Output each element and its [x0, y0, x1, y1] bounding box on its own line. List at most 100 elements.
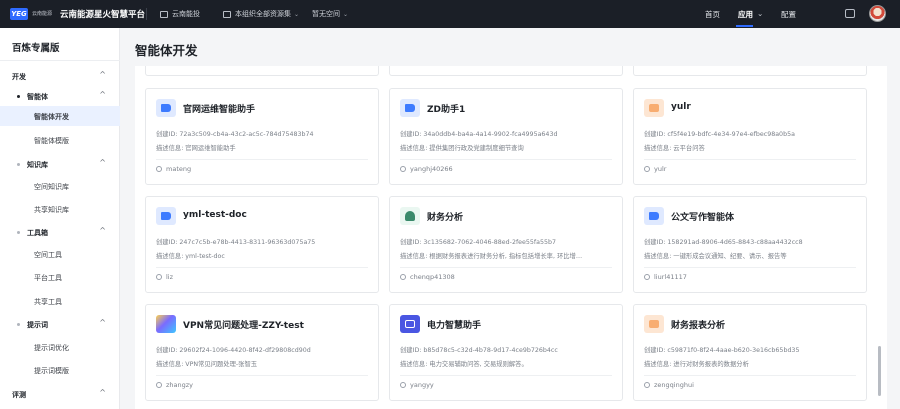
- scrollbar[interactable]: [878, 346, 881, 396]
- grid-icon: [223, 10, 231, 18]
- user-icon: [156, 166, 162, 172]
- agent-id: 创建ID: c59871f0-8f24-4aae-b620-3e16cb65bd…: [644, 347, 800, 354]
- agent-description: 描述信息: 提供集团行政及党建制度细节查询: [400, 145, 524, 152]
- user-icon: [644, 274, 650, 280]
- sidebar-item-platform-tools[interactable]: 平台工具: [0, 267, 120, 287]
- sidebar-item-label: 空间工具: [34, 251, 62, 259]
- agent-description: 描述信息: VPN常见问题处理-张智玉: [156, 361, 258, 368]
- logo-org: 云南能源: [32, 11, 53, 17]
- agent-card[interactable]: yml-test-doc 创建ID: 247c7c5b-e78b-4413-83…: [145, 196, 379, 293]
- agent-id: 创建ID: 247c7c5b-e78b-4413-8311-96363d075a…: [156, 239, 316, 246]
- agent-owner: yulr: [644, 165, 666, 173]
- agent-card[interactable]: 公文写作智能体 创建ID: 158291ad-8906-4d65-8843-c8…: [633, 196, 867, 293]
- agent-card[interactable]: [633, 66, 867, 76]
- agent-owner: chenqp41308: [400, 273, 455, 281]
- agent-name: VPN常见问题处理-ZZY-test: [183, 321, 304, 331]
- agent-card[interactable]: 财务报表分析 创建ID: c59871f0-8f24-4aae-b620-3e1…: [633, 304, 867, 401]
- bot-icon: [400, 315, 420, 333]
- sidebar-item-agent-template[interactable]: 智能体模版: [0, 130, 120, 150]
- divider: [156, 375, 368, 376]
- agent-id: 创建ID: b85d78c5-c32d-4b78-9d17-4ce9b726b4…: [400, 347, 558, 354]
- agent-card[interactable]: 官网运维智能助手 创建ID: 72a3c509-cb4a-43c2-ac5c-7…: [145, 88, 379, 185]
- active-tab-indicator: [736, 25, 753, 27]
- agent-id: 创建ID: 3c135682-7062-4046-88ed-2fee55fa55…: [400, 239, 557, 246]
- sidebar-section-develop[interactable]: 开发 ^: [0, 66, 120, 86]
- agent-owner: yangyy: [400, 381, 434, 389]
- agent-name: yulr: [671, 102, 691, 112]
- sidebar-section-evaluate[interactable]: 评测 ^: [0, 384, 120, 404]
- bullet-icon: [17, 323, 20, 326]
- sidebar-item-shared-tools[interactable]: 共享工具: [0, 291, 120, 311]
- bullet-icon: [17, 231, 20, 234]
- agent-card[interactable]: [145, 66, 379, 76]
- sidebar-item-label: 提示词: [27, 321, 48, 329]
- divider: [400, 159, 612, 160]
- tab-home[interactable]: 首页: [705, 9, 720, 20]
- sidebar-item-label: 智能体: [27, 93, 48, 101]
- agent-owner: mateng: [156, 165, 191, 173]
- company-label: 云南能投: [172, 10, 200, 18]
- divider: [400, 267, 612, 268]
- sidebar-group-knowledge[interactable]: 知识库 ^: [0, 154, 120, 174]
- sidebar-group-prompts[interactable]: 提示词 ^: [0, 314, 120, 334]
- owner-name: zengqinghui: [654, 381, 694, 389]
- page-title: 智能体开发: [135, 43, 198, 58]
- sidebar-group-agent[interactable]: 智能体 ^: [0, 86, 120, 106]
- divider: [146, 8, 147, 20]
- chevron-up-icon: ^: [99, 90, 106, 99]
- sidebar-item-agent-develop[interactable]: 智能体开发: [0, 106, 120, 126]
- workspace-label: 暂无空间: [312, 10, 340, 18]
- sidebar-item-label: 共享知识库: [34, 206, 69, 214]
- sidebar-item-label: 评测: [12, 391, 26, 399]
- message-icon[interactable]: [845, 9, 855, 18]
- agent-card[interactable]: [389, 66, 623, 76]
- agent-card[interactable]: ZD助手1 创建ID: 34a0ddb4-ba4a-4a14-9902-fca4…: [389, 88, 623, 185]
- logo-mark: YEG: [10, 8, 28, 20]
- resource-set-selector[interactable]: 本组织全部资源集 ⌄: [223, 9, 299, 19]
- top-navigation-bar: YEG 云南能源 云南能源星火智慧平台 云南能投 本组织全部资源集 ⌄ 暂无空间…: [0, 0, 900, 28]
- owner-name: zhangzy: [166, 381, 194, 389]
- sidebar-item-label: 平台工具: [34, 274, 62, 282]
- agent-description: 描述信息: 官网运维智能助手: [156, 145, 236, 152]
- agent-card[interactable]: 财务分析 创建ID: 3c135682-7062-4046-88ed-2fee5…: [389, 196, 623, 293]
- agent-description: 描述信息: 电力交易辅助问答, 交易规则解答。: [400, 361, 528, 368]
- sidebar-item-space-tools[interactable]: 空间工具: [0, 244, 120, 264]
- workspace-selector[interactable]: 暂无空间 ⌄: [312, 9, 348, 19]
- agent-owner: zhangzy: [156, 381, 193, 389]
- divider: [644, 375, 856, 376]
- logo[interactable]: YEG 云南能源: [10, 8, 56, 20]
- sidebar-item-prompt-optimize[interactable]: 提示词优化: [0, 337, 120, 357]
- agent-card[interactable]: 电力智慧助手 创建ID: b85d78c5-c32d-4b78-9d17-4ce…: [389, 304, 623, 401]
- sidebar-item-space-knowledge[interactable]: 空间知识库: [0, 176, 120, 196]
- sidebar-group-toolbox[interactable]: 工具箱 ^: [0, 222, 120, 242]
- agent-card[interactable]: yulr 创建ID: cf5f4e19-bdfc-4e34-97e4-efbec…: [633, 88, 867, 185]
- chevron-up-icon: ^: [99, 70, 106, 79]
- sidebar-item-prompt-template[interactable]: 提示词模版: [0, 360, 120, 380]
- owner-name: chenqp41308: [410, 273, 455, 281]
- avatar[interactable]: [869, 5, 886, 22]
- company-selector[interactable]: 云南能投: [160, 9, 200, 19]
- owner-name: yangyy: [410, 381, 434, 389]
- agent-chat-icon: [400, 99, 420, 117]
- owner-name: liz: [166, 273, 174, 281]
- sidebar-item-shared-knowledge[interactable]: 共享知识库: [0, 199, 120, 219]
- agent-id: 创建ID: 72a3c509-cb4a-43c2-ac5c-784d75483b…: [156, 131, 314, 138]
- tab-apps[interactable]: 应用: [738, 9, 753, 20]
- tab-config[interactable]: 配置: [781, 9, 796, 20]
- sidebar-item-label: 空间知识库: [34, 183, 69, 191]
- agent-description: 描述信息: 一键形成会议通知、纪要、请示、报告等: [644, 253, 787, 260]
- chevron-down-icon[interactable]: ⌄: [757, 9, 763, 18]
- agent-name: 电力智慧助手: [427, 321, 482, 331]
- agent-description: 描述信息: 进行对财务报表的数据分析: [644, 361, 749, 368]
- owner-name: yanghj40266: [410, 165, 453, 173]
- sidebar-item-label: 智能体开发: [34, 113, 69, 121]
- agent-id: 创建ID: 158291ad-8906-4d65-8843-c88aa4432c…: [644, 239, 803, 246]
- user-icon: [400, 166, 406, 172]
- agent-id: 创建ID: 34a0ddb4-ba4a-4a14-9902-fca4995a64…: [400, 131, 558, 138]
- sidebar-title: 百炼专属版: [12, 43, 60, 54]
- bullet-icon: [17, 163, 20, 166]
- agent-card[interactable]: VPN常见问题处理-ZZY-test 创建ID: 29602f24-1096-4…: [145, 304, 379, 401]
- chevron-up-icon: ^: [99, 226, 106, 235]
- agent-doc-icon: [644, 99, 664, 117]
- agent-chat-icon: [156, 99, 176, 117]
